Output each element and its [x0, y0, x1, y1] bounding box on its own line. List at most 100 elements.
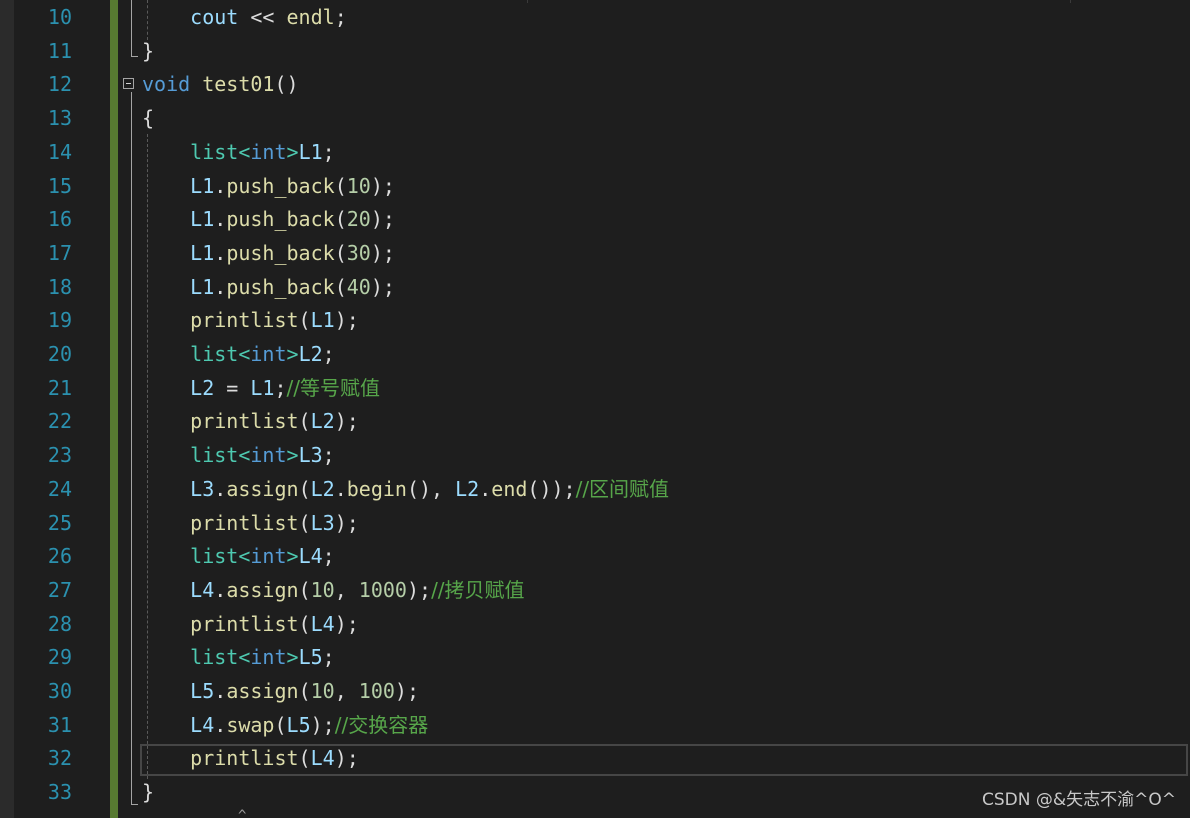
code-token: L1 [250, 375, 275, 400]
code-token: ( [334, 173, 347, 198]
code-line[interactable]: L4.swap(L5);//交换容器 [142, 709, 428, 743]
code-line[interactable]: printlist(L1); [142, 304, 359, 338]
line-number: 19 [47, 308, 72, 333]
code-line[interactable]: L1.push_back(20); [142, 203, 395, 237]
line-number: 21 [47, 375, 72, 400]
code-token: printlist [190, 510, 299, 535]
code-token: swap [226, 712, 275, 737]
code-token: int [250, 544, 287, 569]
editor-margin-strip [0, 0, 14, 818]
code-line[interactable]: void test01() [142, 68, 299, 102]
code-token: ); [370, 240, 395, 265]
line-number: 14 [47, 139, 72, 164]
code-token: ( [298, 476, 311, 501]
line-number: 32 [47, 746, 72, 771]
code-token: L1 [190, 173, 215, 198]
line-number: 28 [47, 611, 72, 636]
code-token: . [214, 240, 227, 265]
code-token: list [190, 139, 239, 164]
code-token: . [214, 476, 227, 501]
code-token: ( [298, 679, 311, 703]
code-token: 10 [310, 679, 335, 703]
code-line[interactable]: list<int>L2; [142, 338, 335, 372]
line-number: 29 [47, 645, 72, 670]
code-token: 10 [346, 173, 371, 198]
code-token: < [238, 544, 251, 569]
code-token: ); [406, 577, 432, 602]
code-token: . [214, 577, 227, 602]
code-token: . [214, 679, 227, 703]
code-line[interactable]: L3.assign(L2.begin(), L2.end());//区间赋值 [142, 473, 669, 507]
collapse-minus-icon[interactable] [123, 78, 134, 89]
code-token: begin [346, 476, 407, 501]
outline-line [131, 92, 132, 804]
code-token: L2 [298, 342, 323, 366]
code-line[interactable]: } [142, 776, 154, 810]
code-token: L3 [190, 476, 215, 501]
code-line[interactable]: { [142, 102, 154, 136]
code-line[interactable]: list<int>L4; [142, 540, 335, 574]
code-token: list [190, 443, 239, 468]
code-token: push_back [226, 240, 335, 265]
code-line[interactable]: L1.push_back(10); [142, 170, 395, 204]
code-line[interactable]: printlist(L4); [142, 742, 359, 776]
code-line[interactable]: L2 = L1;//等号赋值 [142, 372, 380, 406]
code-token: list [190, 544, 239, 569]
code-token: L2 [310, 409, 335, 434]
code-token: ); [310, 712, 335, 737]
code-token: int [250, 645, 287, 670]
code-token: int [250, 443, 287, 468]
code-token: L2 [190, 375, 215, 400]
line-number: 22 [47, 409, 72, 434]
code-token: ); [394, 679, 420, 703]
code-token: L1 [298, 139, 323, 164]
code-line[interactable]: L1.push_back(30); [142, 237, 395, 271]
line-number: 16 [47, 207, 72, 232]
code-token: push_back [226, 173, 335, 198]
code-token: L4 [190, 577, 215, 602]
code-token: . [214, 207, 227, 232]
code-line[interactable]: list<int>L5; [142, 641, 335, 675]
code-line[interactable]: printlist(L3); [142, 507, 359, 541]
line-number: 11 [47, 38, 72, 63]
code-token: } [142, 38, 155, 63]
outline-line [131, 0, 132, 56]
code-line[interactable]: L4.assign(10, 1000);//拷贝赋值 [142, 574, 524, 608]
code-line[interactable]: L1.push_back(40); [142, 271, 395, 305]
code-token: L2 [455, 476, 480, 501]
outline-tick [131, 804, 138, 805]
code-line[interactable]: list<int>L1; [142, 136, 335, 170]
code-token: < [238, 139, 251, 164]
code-line[interactable]: printlist(L2); [142, 405, 359, 439]
code-editor[interactable]: 10 11 12 13 14 15 16 17 18 19 20 21 22 23 24 25 26 27 28 29… [0, 0, 1190, 818]
code-line[interactable]: cout << endl; [142, 1, 347, 35]
code-token: ( [298, 409, 311, 434]
code-token: cout [190, 5, 239, 29]
code-token: ); [334, 510, 359, 535]
code-token: ); [370, 173, 395, 198]
code-token: L1 [190, 274, 215, 299]
code-line[interactable]: list<int>L3; [142, 439, 335, 473]
line-number: 24 [47, 476, 72, 501]
line-number: 27 [47, 577, 72, 602]
code-token: test01 [202, 72, 275, 97]
code-token: ( [298, 746, 311, 771]
code-token: list [190, 645, 239, 670]
code-line[interactable]: L5.assign(10, 100); [142, 675, 419, 709]
code-line[interactable]: printlist(L4); [142, 608, 359, 642]
code-token: L1 [190, 207, 215, 232]
code-line[interactable]: } [142, 35, 154, 69]
code-token: L3 [310, 510, 335, 535]
divider [1070, 0, 1071, 3]
code-token: > [286, 544, 299, 569]
change-tracking-bar [110, 0, 118, 818]
code-token: ( [334, 207, 347, 232]
outline-tick [131, 56, 138, 57]
code-token: L1 [190, 240, 215, 265]
